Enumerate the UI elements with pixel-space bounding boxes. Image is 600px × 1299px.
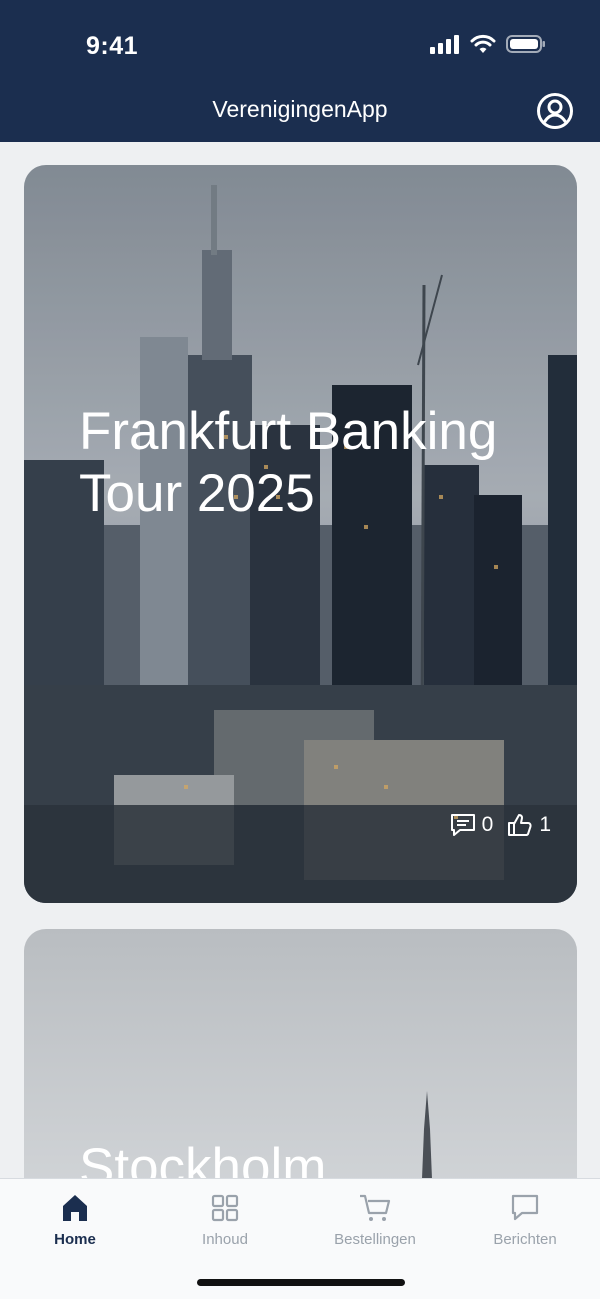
- nav-item-home[interactable]: Home: [0, 1193, 150, 1248]
- nav-item-inhoud[interactable]: Inhoud: [150, 1193, 300, 1248]
- message-icon: [511, 1194, 539, 1221]
- nav-label: Inhoud: [202, 1231, 248, 1248]
- post-title: Frankfurt Banking Tour 2025: [79, 402, 498, 523]
- nav-label: Berichten: [493, 1231, 557, 1248]
- like-icon[interactable]: [507, 813, 533, 837]
- comment-count: 0: [481, 813, 494, 836]
- profile-icon[interactable]: [536, 92, 574, 130]
- app-title: VerenigingenApp: [212, 96, 388, 122]
- post-card[interactable]: Stockholm: [24, 929, 577, 1178]
- home-icon: [63, 1195, 87, 1221]
- nav-label: Home: [54, 1231, 96, 1248]
- nav-item-berichten[interactable]: Berichten: [450, 1193, 600, 1248]
- cart-icon: [360, 1194, 391, 1221]
- comment-icon[interactable]: [450, 813, 476, 837]
- post-stats: 0 1: [450, 813, 559, 837]
- wifi-icon: [470, 34, 496, 53]
- post-card[interactable]: Frankfurt Banking Tour 2025 0 1: [24, 165, 577, 903]
- signal-icon: [430, 35, 459, 54]
- status-time: 9:41: [86, 32, 139, 60]
- card-image: [24, 165, 577, 903]
- nav-item-bestellingen[interactable]: Bestellingen: [300, 1193, 450, 1248]
- app-header: 9:41 VerenigingenApp: [0, 0, 600, 142]
- nav-label: Bestellingen: [334, 1231, 416, 1248]
- grid-icon: [211, 1194, 239, 1222]
- battery-icon: [506, 35, 545, 53]
- news-feed[interactable]: Frankfurt Banking Tour 2025 0 1 Stockhol…: [0, 142, 600, 1178]
- like-count: 1: [539, 813, 551, 836]
- home-indicator[interactable]: [197, 1279, 405, 1286]
- post-title: Stockholm: [79, 1138, 327, 1178]
- status-icons: [430, 34, 546, 54]
